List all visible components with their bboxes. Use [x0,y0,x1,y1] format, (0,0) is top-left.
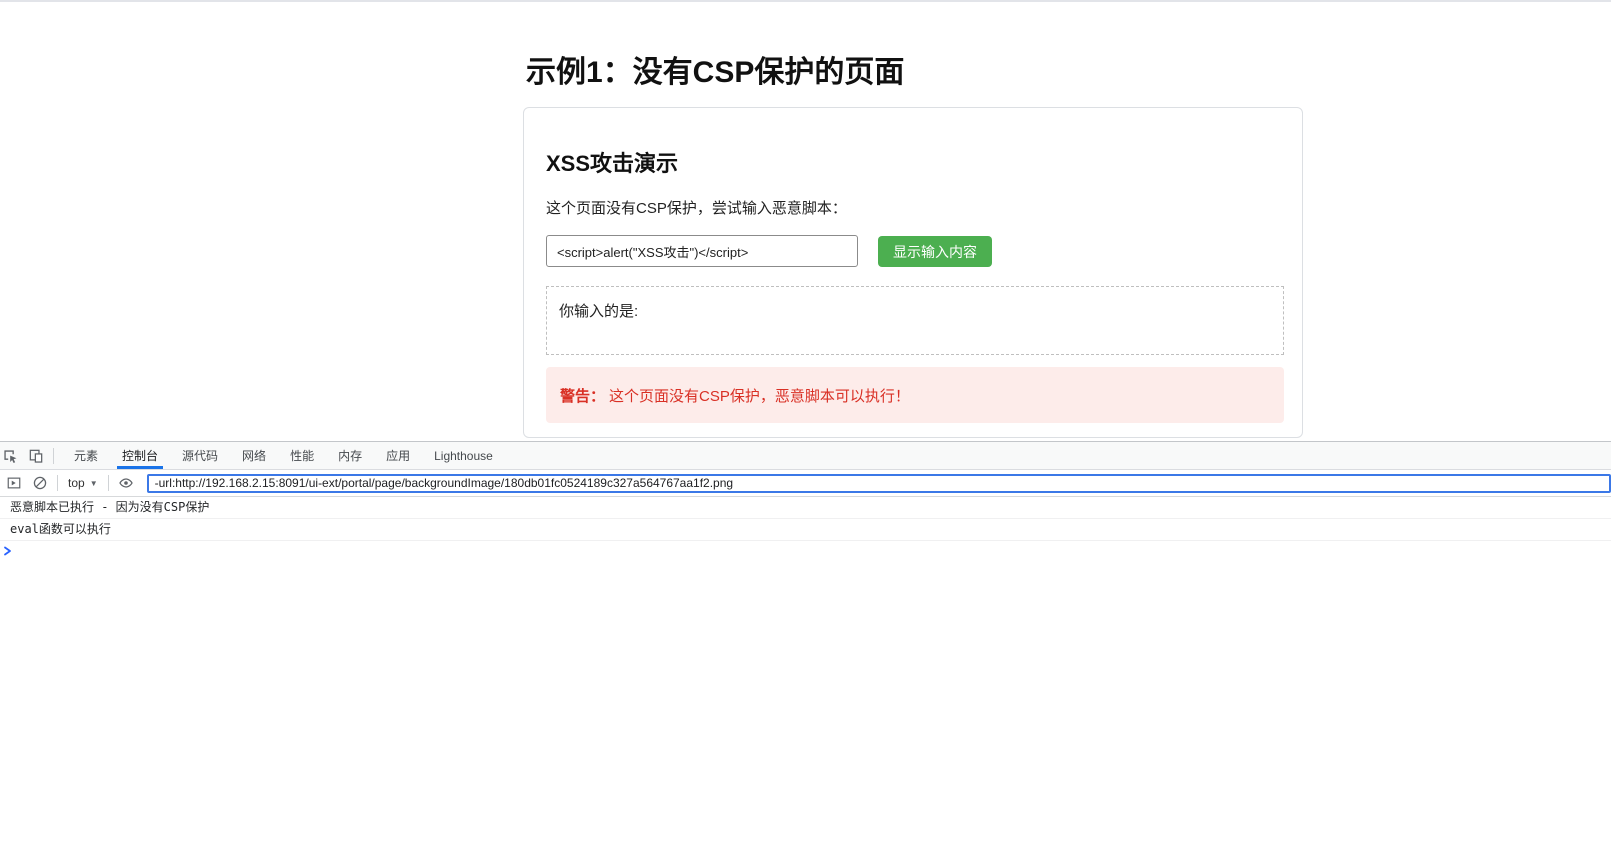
tab-network[interactable]: 网络 [230,442,278,469]
show-input-button[interactable]: 显示输入内容 [878,236,992,267]
tab-application[interactable]: 应用 [374,442,422,469]
output-label: 你输入的是: [559,303,639,320]
console-messages-area: 恶意脚本已执行 - 因为没有CSP保护 eval函数可以执行 [0,497,1611,559]
eye-icon[interactable] [113,470,139,496]
clear-console-icon[interactable] [27,470,53,496]
device-toolbar-icon[interactable] [23,443,49,469]
inspect-cursor-icon[interactable] [0,443,23,469]
devtools-left-icons [0,442,58,469]
toolbar-separator [107,475,109,491]
tab-performance[interactable]: 性能 [278,442,326,469]
tab-sources[interactable]: 源代码 [170,442,230,469]
warning-banner: 警告： 这个页面没有CSP保护，恶意脚本可以执行！ [546,367,1284,423]
xss-demo-card: XSS攻击演示 这个页面没有CSP保护，尝试输入恶意脚本： 显示输入内容 你输入… [523,107,1303,438]
tab-lighthouse[interactable]: Lighthouse [422,442,505,469]
card-heading: XSS攻击演示 [546,151,679,176]
console-sidebar-icon[interactable] [1,470,27,496]
tab-console[interactable]: 控制台 [110,442,170,469]
output-box: 你输入的是: [546,286,1284,355]
console-message: 恶意脚本已执行 - 因为没有CSP保护 [0,497,1611,519]
card-description: 这个页面没有CSP保护，尝试输入恶意脚本： [546,200,847,217]
console-filter-input[interactable] [146,473,1611,493]
toolbar-separator [53,447,54,464]
screen: 示例1：没有CSP保护的页面 XSS攻击演示 这个页面没有CSP保护，尝试输入恶… [0,0,1611,845]
chevron-right-icon [4,546,11,556]
tab-elements[interactable]: 元素 [62,442,110,469]
xss-script-input[interactable] [546,235,858,267]
warning-prefix: 警告： [560,388,606,405]
console-input-prompt[interactable] [0,541,1611,559]
page-title: 示例1：没有CSP保护的页面 [526,56,905,89]
javascript-context-select[interactable]: top ▼ [62,476,104,490]
context-label: top [68,476,85,490]
devtools-tabs: 元素 控制台 源代码 网络 性能 内存 应用 Lighthouse [62,442,505,469]
devtools-tab-bar: 元素 控制台 源代码 网络 性能 内存 应用 Lighthouse [0,442,1611,470]
console-message: eval函数可以执行 [0,519,1611,541]
chevron-down-icon: ▼ [89,478,98,488]
devtools-panel: 元素 控制台 源代码 网络 性能 内存 应用 Lighthouse top ▼ … [0,441,1611,845]
tab-memory[interactable]: 内存 [326,442,374,469]
window-top-edge [0,0,1611,2]
warning-text: 这个页面没有CSP保护，恶意脚本可以执行！ [609,388,910,405]
toolbar-separator [57,475,58,491]
console-toolbar: top ▼ [0,470,1611,497]
